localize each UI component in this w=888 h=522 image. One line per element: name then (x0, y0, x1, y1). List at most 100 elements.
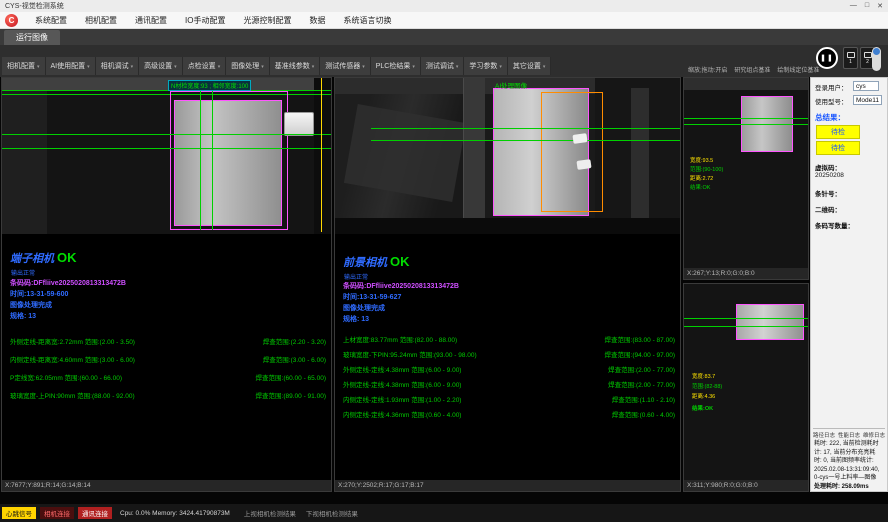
mini-annotation: 结果:OK (692, 406, 713, 414)
camera-subtitle: 输出正常 (344, 272, 368, 281)
tab-ai-config[interactable]: AI使用配置 (46, 57, 96, 75)
measurement-range: 焊查范围:(2.00 - 77.00) (608, 379, 675, 389)
zoom-hint-row: 缩放;拖动:开启 研究组点基准 绘制线定位基准 (688, 65, 819, 74)
menu-comm-config[interactable]: 通讯配置 (126, 12, 176, 28)
measure-line (2, 148, 331, 149)
pin-number-label: 条针号： (815, 188, 841, 198)
virtual-code-label: 虚拟码： (815, 162, 841, 172)
close-icon[interactable]: ✕ (877, 2, 883, 10)
measurement-value: 玻璃宽度-下PIN:95.24mm 范围:(93.00 - 98.00) (343, 349, 477, 359)
pixel-coords-readout: X:270;Y:2502;R:17;G:17;B:17 (335, 480, 680, 491)
tab-image-processing[interactable]: 图像处理 (226, 57, 270, 75)
maximize-icon[interactable]: □ (865, 2, 869, 10)
measurement-range: 焊查范围:(2.20 - 3.20) (263, 336, 326, 346)
hint-line-baseline: 绘制线定位基准 (777, 65, 819, 74)
tab-other-settings[interactable]: 其它设置 (508, 57, 552, 75)
minimize-icon[interactable]: — (850, 2, 857, 10)
tab-perf-log[interactable]: 性能日志 (838, 431, 860, 439)
result-ok-label: OK (57, 250, 77, 265)
pause-button[interactable]: ❚❚ (816, 47, 838, 69)
mini-annotation: 距离:4.36 (692, 394, 715, 402)
stats-line: 时: 0, 当前图频率统计: (814, 457, 885, 466)
camera-name-label: 前景相机 (343, 257, 387, 269)
menu-system-config[interactable]: 系统配置 (26, 12, 76, 28)
small-camera-image-bottom[interactable]: 宽度:83.7 范围:(82-88) 距离:4.36 结果:OK (684, 284, 808, 482)
camera-2-label: 2 (866, 59, 869, 65)
connector-part (284, 112, 314, 136)
measurement-range: 焊查范围:(3.00 - 6.00) (263, 354, 326, 364)
camera-icon (847, 52, 855, 58)
menu-camera-config[interactable]: 相机配置 (76, 12, 126, 28)
stats-line: 0-cys一号上料率—图像 (814, 474, 885, 483)
window-controls: — □ ✕ (850, 2, 883, 10)
machine-structure (463, 78, 485, 234)
measurement-row: P定线宽:62.05mm 范围:(60.00 - 66.00) 焊查范围:(60… (10, 372, 326, 382)
tab-spot-check[interactable]: 点检设置 (183, 57, 227, 75)
cpu-memory-readout: Cpu: 0.0% Memory: 3424.41790873M (120, 510, 230, 517)
qr-code-label: 二维码： (815, 204, 841, 214)
menu-language-switch[interactable]: 系统语言切换 (334, 12, 400, 28)
camera-icon (864, 52, 872, 58)
user-value: cys (853, 81, 879, 91)
measurement-overlay-label: N材检宽度:93 ; 相邻宽度:100 (168, 80, 251, 91)
tab-camera-debug[interactable]: 相机调试 (96, 57, 140, 75)
menu-data[interactable]: 数据 (300, 12, 334, 28)
small-camera-panel-bottom: 宽度:83.7 范围:(82-88) 距离:4.36 结果:OK X:311;Y… (683, 283, 809, 492)
tab-advanced-settings[interactable]: 高级设置 (139, 57, 183, 75)
status-bar: 心跳信号 相机连接 通讯连接 Cpu: 0.0% Memory: 3424.41… (0, 504, 888, 522)
toggle-knob-icon (873, 48, 880, 55)
toggle-switch[interactable] (872, 47, 881, 71)
tab-path-log[interactable]: 路径日志 (813, 431, 835, 439)
menu-io-manual-config[interactable]: IO手动配置 (176, 12, 234, 28)
tab-plc-result[interactable]: PLC检结果 (371, 57, 421, 75)
process-status-text: 图像处理完成 (343, 303, 385, 313)
measurement-value: 上材宽度:83.77mm 范围:(82.00 - 88.00) (343, 334, 457, 344)
log-tabs: 路径日志 性能日志 维修日志 (813, 428, 885, 439)
measure-line (684, 326, 808, 327)
measure-line (684, 124, 808, 125)
mini-annotation: 范围:(82-88) (692, 384, 722, 392)
camera-1-button[interactable]: 1 (843, 47, 858, 69)
measurement-value: P定线宽:62.05mm 范围:(60.00 - 66.00) (10, 372, 122, 382)
measure-line (684, 118, 808, 119)
tab-baseline-params[interactable]: 基准线参数 (270, 57, 321, 75)
measurement-value: 内侧定线-距离宽:4.60mm 范围:(3.00 - 6.00) (10, 354, 135, 364)
mini-annotation: 结果:OK (690, 185, 710, 193)
measurement-row: 内侧定线-定线:1.93mm 范围:(1.00 - 2.20) 焊查范围:(1.… (343, 394, 675, 404)
stats-block: 耗时: 222, 当前检测耗时 计: 17, 当前分布充亮耗 时: 0, 当前图… (814, 440, 885, 491)
camera-image-terminal[interactable]: N材检宽度:93 ; 相邻宽度:100 (2, 78, 331, 234)
camera-image-front[interactable]: AI处理图像 (335, 78, 680, 234)
machine-structure (335, 218, 680, 234)
product-block (736, 304, 804, 340)
measurement-range: 焊查范围:(94.00 - 97.00) (605, 349, 675, 359)
tab-maint-log[interactable]: 维修日志 (863, 431, 885, 439)
info-panel: 登录用户： cys 使用型号： Mode11 总结果： 待检 待检 虚拟码： 2… (810, 77, 888, 492)
menu-light-control-config[interactable]: 光源控制配置 (234, 12, 300, 28)
measurement-value: 内侧定线-定线:4.36mm 范围:(0.60 - 4.00) (343, 409, 461, 419)
total-result-label: 总结果： (815, 112, 845, 123)
stats-line: 计: 17, 当前分布充亮耗 (814, 449, 885, 458)
tab-camera-config[interactable]: 相机配置 (2, 57, 46, 75)
spec-text: 规格: 13 (10, 311, 36, 321)
tab-run-image[interactable]: 运行图像 (4, 30, 60, 45)
measurement-range: 焊查范围:(89.00 - 91.00) (256, 390, 326, 400)
measure-line (371, 140, 680, 141)
main-area: N材检宽度:93 ; 相邻宽度:100 端子相机OK 输出正常 条码码:DFfl… (0, 77, 888, 492)
measurement-value: 外侧定线-定线:4.38mm 范围:(6.00 - 9.00) (343, 364, 461, 374)
tab-learning-params[interactable]: 学习参数 (464, 57, 508, 75)
measurement-value: 外侧定线-距离宽:2.72mm 范围:(2.00 - 3.50) (10, 336, 135, 346)
measurement-row: 外侧定线-距离宽:2.72mm 范围:(2.00 - 3.50) 焊查范围:(2… (10, 336, 326, 346)
measurement-range: 焊查范围:(1.10 - 2.10) (612, 394, 675, 404)
small-camera-image-top[interactable]: 宽度:93.5 范围:(90-100) 距离:2.72 结果:OK (684, 78, 808, 270)
hint-zoom-drag: 缩放;拖动:开启 (688, 65, 727, 74)
app-logo-icon: C (5, 14, 18, 27)
measurement-row: 内侧定线-距离宽:4.60mm 范围:(3.00 - 6.00) 焊查范围:(3… (10, 354, 326, 364)
measurement-range: 焊查范围:(60.00 - 65.00) (256, 372, 326, 382)
tab-test-debug[interactable]: 测试调试 (421, 57, 465, 75)
stats-line: 处理耗时: 258.09ms (814, 483, 885, 492)
machine-structure (631, 88, 649, 228)
machine-structure (314, 78, 331, 234)
tab-test-sensor[interactable]: 测试传感器 (320, 57, 371, 75)
result-ok-label: OK (390, 254, 410, 269)
measure-line (684, 318, 808, 319)
